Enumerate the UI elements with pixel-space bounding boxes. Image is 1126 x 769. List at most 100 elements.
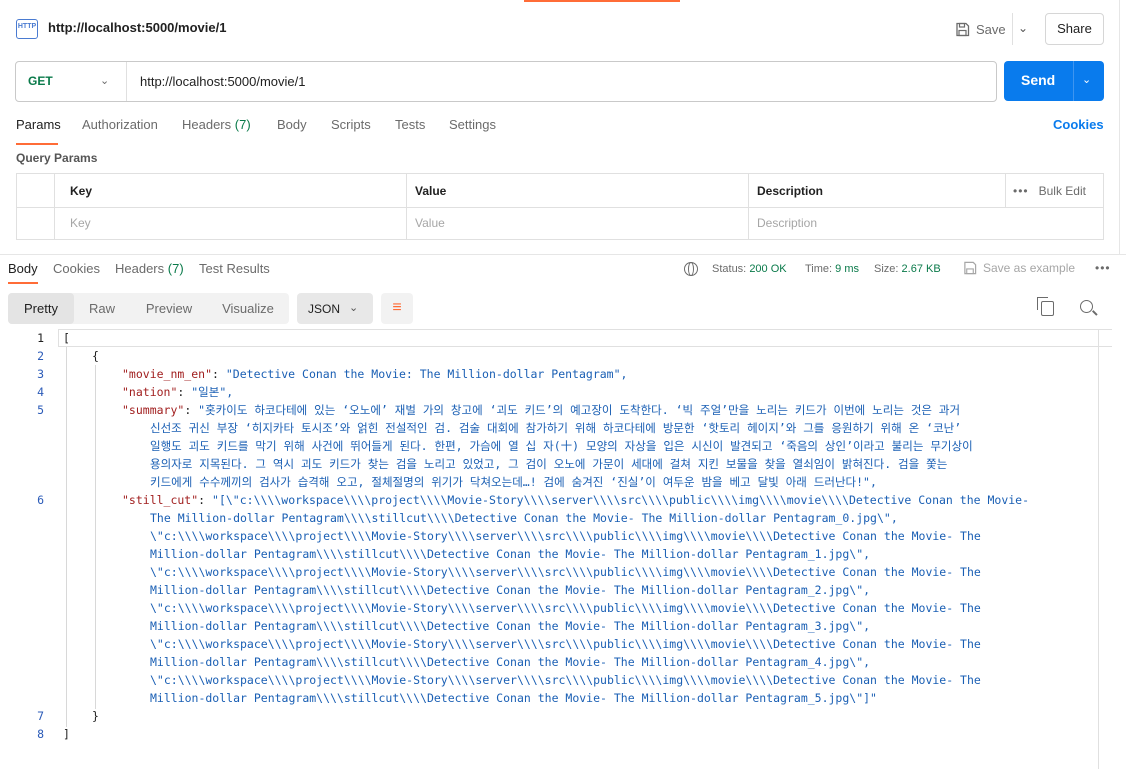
- save-as-example-button[interactable]: Save as example: [963, 261, 1075, 275]
- send-button[interactable]: Send ⌄: [1004, 61, 1104, 101]
- format-select[interactable]: JSON ⌄: [297, 293, 373, 324]
- tab-label: Settings: [449, 117, 496, 132]
- code-line: 키드에게 수수께끼의 검사가 습격해 오고, 절체절명의 위기가 닥쳐오는데…!…: [150, 475, 877, 489]
- save-example-label: Save as example: [983, 261, 1076, 275]
- json-value: "[\"c:\\\\workspace\\\\project\\\\Movie-…: [212, 493, 1030, 507]
- save-options-chevron-down-icon[interactable]: ⌄: [1018, 21, 1028, 35]
- tab-test-results[interactable]: Test Results: [199, 261, 270, 276]
- column-divider: [54, 174, 55, 239]
- value-input[interactable]: Value: [415, 216, 445, 230]
- response-body-editor[interactable]: 1 2 3 4 5 6 7 8 [ { "movie_nm_en": "Dete…: [0, 329, 1112, 769]
- request-url-bar: GET ⌄ http://localhost:5000/movie/1: [15, 61, 997, 102]
- size-value: 2.67 KB: [901, 263, 941, 275]
- time-value: 9 ms: [835, 263, 859, 275]
- code-line: \"c:\\\\workspace\\\\project\\\\Movie-St…: [150, 601, 981, 615]
- globe-icon[interactable]: [684, 262, 698, 276]
- key-input[interactable]: Key: [70, 216, 91, 230]
- share-button[interactable]: Share: [1045, 13, 1104, 45]
- send-options-chevron-down-icon[interactable]: ⌄: [1082, 73, 1091, 86]
- code-line: 일행도 괴도 키드를 막기 위해 사건에 뛰어들게 된다. 한편, 가슴에 열 …: [150, 439, 973, 453]
- request-response-divider[interactable]: [0, 254, 1126, 255]
- code-line: {: [92, 349, 99, 363]
- tab-response-body[interactable]: Body: [8, 261, 38, 276]
- save-icon: [956, 22, 970, 36]
- cookies-link[interactable]: Cookies: [1053, 117, 1104, 132]
- line-number: 2: [37, 349, 44, 363]
- headers-count: (7): [167, 261, 184, 276]
- status-value: 200 OK: [749, 263, 787, 275]
- tab-label: Headers: [115, 261, 165, 276]
- view-pretty[interactable]: Pretty: [8, 293, 74, 324]
- code-line: Million-dollar Pentagram\\\\stillcut\\\\…: [150, 691, 877, 705]
- description-input[interactable]: Description: [757, 216, 817, 230]
- code-line: ]: [63, 727, 70, 741]
- more-options-icon[interactable]: •••: [1095, 261, 1111, 275]
- view-raw[interactable]: Raw: [78, 293, 126, 324]
- search-icon[interactable]: [1080, 300, 1093, 313]
- indent-guide: [66, 347, 67, 727]
- line-number: 8: [37, 727, 44, 741]
- more-horizontal-icon: •••: [1013, 184, 1029, 198]
- tab-body[interactable]: Body: [277, 117, 307, 132]
- divider: [1073, 61, 1074, 101]
- save-button[interactable]: Save: [955, 15, 1006, 43]
- url-input[interactable]: http://localhost:5000/movie/1: [140, 74, 306, 89]
- view-preview[interactable]: Preview: [134, 293, 204, 324]
- line-number: 1: [37, 331, 44, 345]
- status-code[interactable]: Status: 200 OK: [712, 263, 787, 275]
- view-visualize[interactable]: Visualize: [212, 293, 284, 324]
- scrollbar[interactable]: [1119, 0, 1120, 255]
- code-line: The Million-dollar Pentagram\\\\stillcut…: [150, 511, 898, 525]
- tab-tests[interactable]: Tests: [395, 117, 425, 132]
- copy-icon[interactable]: [1037, 297, 1054, 316]
- code-line: 신선조 귀신 부장 ‘히지카타 토시조’와 얽힌 전설적인 검. 검술 대회에 …: [150, 421, 962, 435]
- code-line: "summary": "홋카이도 하코다테에 있는 ‘오노에’ 재벌 가의 창고…: [122, 403, 961, 417]
- indent-guide: [95, 365, 96, 709]
- bulk-edit-label: Bulk Edit: [1038, 184, 1086, 198]
- line-number: 5: [37, 403, 44, 417]
- code-line: [: [63, 331, 70, 345]
- divider: [1012, 13, 1013, 45]
- http-request-icon: HTTP: [16, 19, 38, 39]
- tab-response-headers[interactable]: Headers (7): [115, 261, 184, 276]
- tab-params[interactable]: Params: [16, 117, 61, 132]
- code-line: \"c:\\\\workspace\\\\project\\\\Movie-St…: [150, 529, 981, 543]
- tab-label: Scripts: [331, 117, 371, 132]
- tab-response-cookies[interactable]: Cookies: [53, 261, 100, 276]
- column-divider: [748, 174, 749, 239]
- bulk-edit-button[interactable]: ••• Bulk Edit: [1013, 184, 1086, 198]
- active-tab-underline: [16, 143, 58, 145]
- tab-settings[interactable]: Settings: [449, 117, 496, 132]
- code-line: \"c:\\\\workspace\\\\project\\\\Movie-St…: [150, 637, 981, 651]
- headers-count: (7): [234, 117, 251, 132]
- tab-headers[interactable]: Headers (7): [182, 117, 251, 132]
- line-number: 4: [37, 385, 44, 399]
- tab-scripts[interactable]: Scripts: [331, 117, 371, 132]
- json-value: "일본",: [191, 385, 234, 399]
- code-line: "movie_nm_en": "Detective Conan the Movi…: [122, 367, 628, 381]
- status-label: Status:: [712, 263, 747, 275]
- request-title[interactable]: http://localhost:5000/movie/1: [48, 20, 226, 35]
- active-tab-underline: [8, 282, 38, 284]
- current-line-highlight: [58, 329, 1112, 347]
- json-key: "still_cut": [122, 493, 199, 507]
- wrap-lines-icon[interactable]: ≡: [381, 293, 413, 324]
- column-divider: [1005, 174, 1006, 208]
- tab-authorization[interactable]: Authorization: [82, 117, 158, 132]
- tab-label: Cookies: [53, 261, 100, 276]
- response-time[interactable]: Time: 9 ms: [805, 263, 859, 275]
- json-key: "movie_nm_en": [122, 367, 213, 381]
- tab-label: Headers: [182, 117, 232, 132]
- tab-label: Authorization: [82, 117, 158, 132]
- method-select[interactable]: GET: [28, 74, 53, 88]
- code-line: Million-dollar Pentagram\\\\stillcut\\\\…: [150, 583, 871, 597]
- tab-label: Params: [16, 117, 61, 132]
- editor-scrollbar[interactable]: [1098, 329, 1099, 769]
- line-number: 7: [37, 709, 44, 723]
- request-title-bar: HTTP http://localhost:5000/movie/1 Save …: [0, 0, 1126, 57]
- response-size[interactable]: Size: 2.67 KB: [874, 263, 941, 275]
- code-line: \"c:\\\\workspace\\\\project\\\\Movie-St…: [150, 565, 981, 579]
- code-line: Million-dollar Pentagram\\\\stillcut\\\\…: [150, 619, 871, 633]
- method-chevron-down-icon[interactable]: ⌄: [100, 74, 109, 87]
- code-line: "still_cut": "[\"c:\\\\workspace\\\\proj…: [122, 493, 1030, 507]
